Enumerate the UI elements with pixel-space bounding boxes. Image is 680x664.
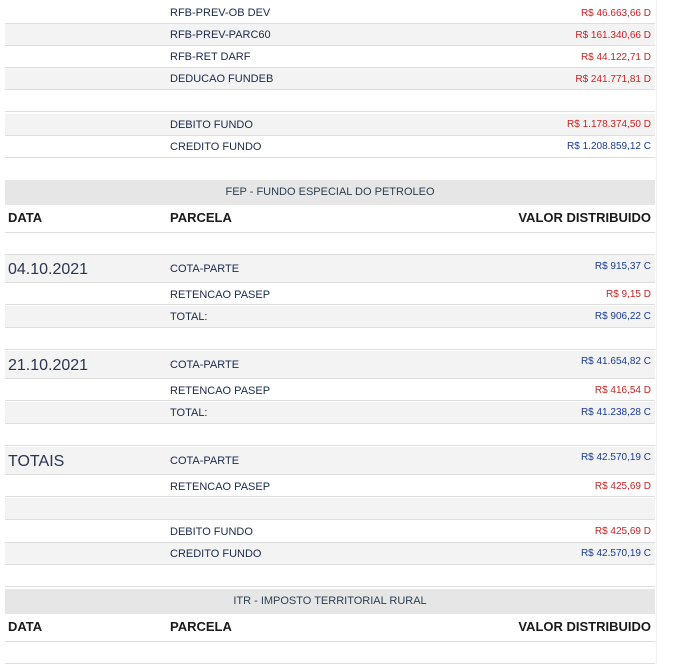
table-row: RETENCAO PASEP R$ 416,54 D bbox=[5, 379, 655, 401]
row-label: RETENCAO PASEP bbox=[170, 481, 271, 493]
spacer-row bbox=[5, 90, 655, 112]
row-value: R$ 425,69 D bbox=[594, 481, 651, 492]
spacer-row bbox=[5, 565, 655, 587]
header-data: DATA bbox=[8, 210, 43, 225]
table-row: 21.10.2021 COTA-PARTE R$ 41.654,82 C bbox=[5, 351, 655, 379]
row-date: TOTAIS bbox=[8, 453, 65, 470]
row-value: R$ 41.654,82 C bbox=[580, 356, 651, 367]
row-value: R$ 161.340,66 D bbox=[575, 30, 651, 41]
table-header: DATA PARCELA VALOR DISTRIBUIDO bbox=[5, 614, 655, 642]
spacer-row bbox=[5, 642, 655, 664]
row-label: RETENCAO PASEP bbox=[170, 385, 271, 397]
row-label: COTA-PARTE bbox=[170, 263, 240, 275]
row-label: CREDITO FUNDO bbox=[170, 141, 262, 153]
spacer-row bbox=[5, 424, 655, 446]
row-label: COTA-PARTE bbox=[170, 359, 240, 371]
row-value: R$ 46.663,66 D bbox=[580, 8, 651, 19]
row-date: 21.10.2021 bbox=[8, 357, 89, 374]
row-value: R$ 1.178.374,50 D bbox=[567, 119, 651, 130]
table-row: DEDUCAO FUNDEB R$ 241.771,81 D bbox=[5, 68, 655, 90]
row-value: R$ 915,37 C bbox=[594, 261, 651, 272]
row-value: R$ 425,69 D bbox=[594, 526, 651, 537]
table-row: TOTAIS COTA-PARTE R$ 42.570,19 C bbox=[5, 447, 655, 475]
table-header: DATA PARCELA VALOR DISTRIBUIDO bbox=[5, 205, 655, 233]
table-row: RFB-RET DARF R$ 44.122,71 D bbox=[5, 46, 655, 68]
table-row: RETENCAO PASEP R$ 9,15 D bbox=[5, 283, 655, 305]
spacer-row bbox=[5, 498, 655, 520]
table-row: CREDITO FUNDO R$ 42.570,19 C bbox=[5, 543, 655, 565]
row-date: 04.10.2021 bbox=[8, 261, 89, 278]
row-value: R$ 9,15 D bbox=[605, 289, 651, 300]
section-title-itr: ITR - IMPOSTO TERRITORIAL RURAL bbox=[5, 589, 655, 614]
row-value: R$ 906,22 C bbox=[594, 311, 651, 322]
table-row: DEBITO FUNDO R$ 1.178.374,50 D bbox=[5, 114, 655, 136]
row-value: R$ 42.570,19 C bbox=[580, 548, 651, 559]
row-label: RFB-RET DARF bbox=[170, 51, 251, 63]
row-value: R$ 416,54 D bbox=[594, 385, 651, 396]
row-label: RFB-PREV-OB DEV bbox=[170, 7, 271, 19]
row-value: R$ 41.238,28 C bbox=[580, 407, 651, 418]
row-value: R$ 1.208.859,12 C bbox=[567, 141, 651, 152]
header-parcela: PARCELA bbox=[170, 619, 232, 634]
table-row: RFB-PREV-OB DEV R$ 46.663,66 D bbox=[5, 2, 655, 24]
spacer-row bbox=[5, 328, 655, 350]
table-row: RFB-PREV-PARC60 R$ 161.340,66 D bbox=[5, 24, 655, 46]
header-valor: VALOR DISTRIBUIDO bbox=[518, 210, 651, 225]
header-data: DATA bbox=[8, 619, 43, 634]
table-row: TOTAL: R$ 41.238,28 C bbox=[5, 402, 655, 424]
row-label: TOTAL: bbox=[170, 311, 208, 323]
row-label: CREDITO FUNDO bbox=[170, 548, 262, 560]
row-label: DEBITO FUNDO bbox=[170, 526, 253, 538]
row-value: R$ 42.570,19 C bbox=[580, 452, 651, 463]
row-label: RFB-PREV-PARC60 bbox=[170, 29, 271, 41]
scroll-edge bbox=[656, 0, 657, 664]
table-row: DEBITO FUNDO R$ 425,69 D bbox=[5, 521, 655, 543]
row-label: COTA-PARTE bbox=[170, 455, 240, 467]
table-row: CREDITO FUNDO R$ 1.208.859,12 C bbox=[5, 136, 655, 158]
header-parcela: PARCELA bbox=[170, 210, 232, 225]
header-valor: VALOR DISTRIBUIDO bbox=[518, 619, 651, 634]
row-value: R$ 44.122,71 D bbox=[580, 52, 651, 63]
row-label: DEDUCAO FUNDEB bbox=[170, 73, 274, 85]
row-label: RETENCAO PASEP bbox=[170, 289, 271, 301]
section-title-fep: FEP - FUNDO ESPECIAL DO PETROLEO bbox=[5, 180, 655, 205]
row-value: R$ 241.771,81 D bbox=[575, 74, 651, 85]
table-row: RETENCAO PASEP R$ 425,69 D bbox=[5, 475, 655, 497]
row-label: DEBITO FUNDO bbox=[170, 119, 253, 131]
table-row: TOTAL: R$ 906,22 C bbox=[5, 306, 655, 328]
spacer-row bbox=[5, 233, 655, 255]
row-label: TOTAL: bbox=[170, 407, 208, 419]
table-row: 04.10.2021 COTA-PARTE R$ 915,37 C bbox=[5, 255, 655, 283]
